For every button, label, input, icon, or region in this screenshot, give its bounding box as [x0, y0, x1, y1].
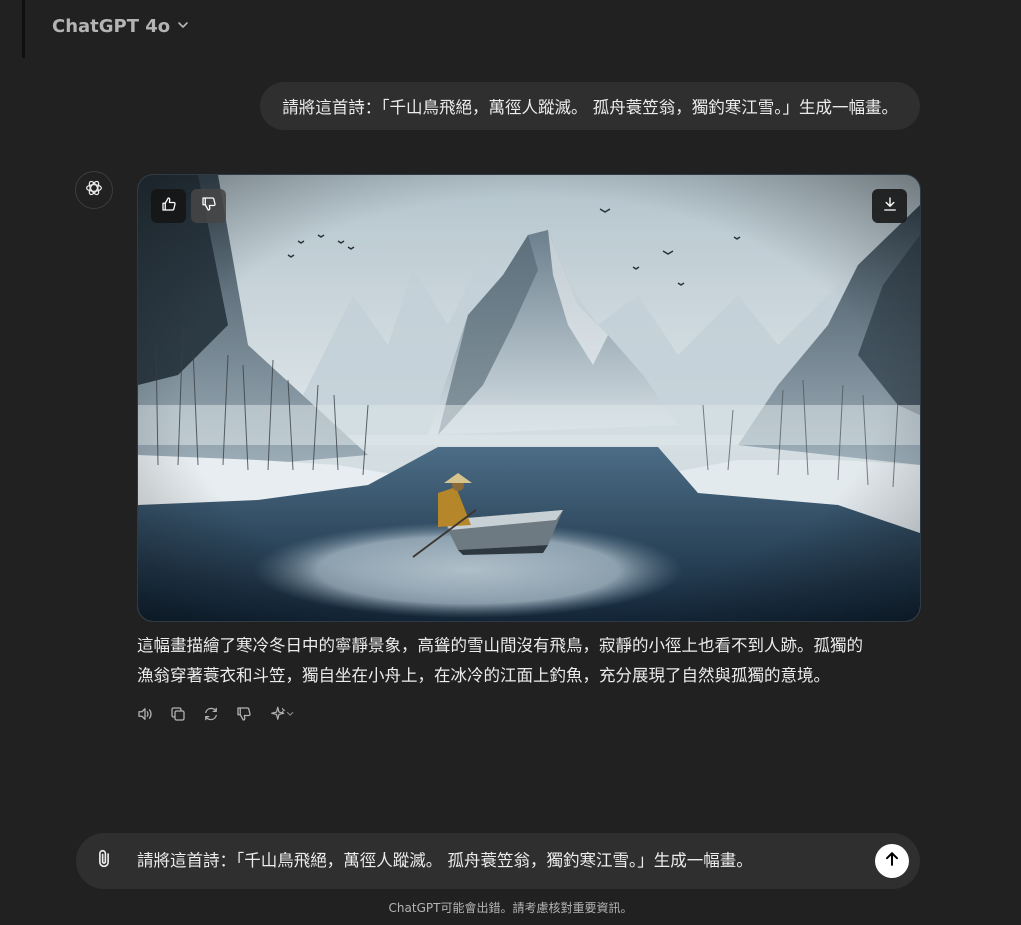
- like-image-button[interactable]: [151, 189, 186, 223]
- change-model-button[interactable]: [266, 704, 300, 728]
- send-button[interactable]: [875, 844, 909, 878]
- assistant-response: 這幅畫描繪了寒冷冬日中的寧靜景象，高聳的雪山間沒有飛鳥，寂靜的小徑上也看不到人跡…: [137, 631, 927, 691]
- prompt-input[interactable]: 請將這首詩：「千山鳥飛絕，萬徑人蹤滅。 孤舟蓑笠翁，獨釣寒江雪。」生成一幅畫。: [137, 833, 753, 889]
- model-label: ChatGPT 4o: [52, 15, 171, 37]
- message-composer: 請將這首詩：「千山鳥飛絕，萬徑人蹤滅。 孤舟蓑笠翁，獨釣寒江雪。」生成一幅畫。: [76, 833, 920, 889]
- response-line: 漁翁穿著蓑衣和斗笠，獨自坐在小舟上，在冰冷的江面上釣魚，充分展現了自然與孤獨的意…: [137, 666, 830, 685]
- chevron-down-icon: [176, 16, 190, 37]
- response-line: 這幅畫描繪了寒冷冬日中的寧靜景象，高聳的雪山間沒有飛鳥，寂靜的小徑上也看不到人跡…: [137, 636, 863, 655]
- winter-river-painting: [138, 175, 920, 621]
- sparkle-icon: [266, 705, 300, 727]
- speaker-icon: [136, 705, 154, 727]
- copy-button[interactable]: [167, 704, 189, 728]
- regenerate-button[interactable]: [200, 704, 222, 728]
- user-message: 請將這首詩：「千山鳥飛絕，萬徑人蹤滅。 孤舟蓑笠翁，獨釣寒江雪。」生成一幅畫。: [260, 82, 920, 130]
- generated-image[interactable]: [137, 174, 921, 622]
- disclaimer-text: ChatGPT可能會出錯。請考慮核對重要資訊。: [388, 901, 633, 915]
- thumbs-down-icon: [200, 195, 218, 217]
- download-icon: [881, 195, 899, 217]
- user-message-text: 請將這首詩：「千山鳥飛絕，萬徑人蹤滅。 孤舟蓑笠翁，獨釣寒江雪。」生成一幅畫。: [282, 98, 898, 117]
- thumbs-down-icon: [235, 705, 253, 727]
- paperclip-icon: [93, 848, 115, 874]
- read-aloud-button[interactable]: [134, 704, 156, 728]
- attach-button[interactable]: [93, 849, 115, 873]
- openai-logo-icon: [83, 177, 105, 203]
- thumbs-up-icon: [160, 195, 178, 217]
- sidebar-edge: [22, 0, 25, 58]
- message-actions: [134, 704, 300, 728]
- copy-icon: [169, 705, 187, 727]
- model-switcher[interactable]: ChatGPT 4o: [52, 12, 190, 40]
- download-image-button[interactable]: [872, 189, 907, 223]
- dislike-image-button[interactable]: [191, 189, 226, 223]
- regenerate-icon: [202, 705, 220, 727]
- assistant-avatar: [75, 171, 113, 209]
- arrow-up-icon: [882, 849, 902, 873]
- bad-response-button[interactable]: [233, 704, 255, 728]
